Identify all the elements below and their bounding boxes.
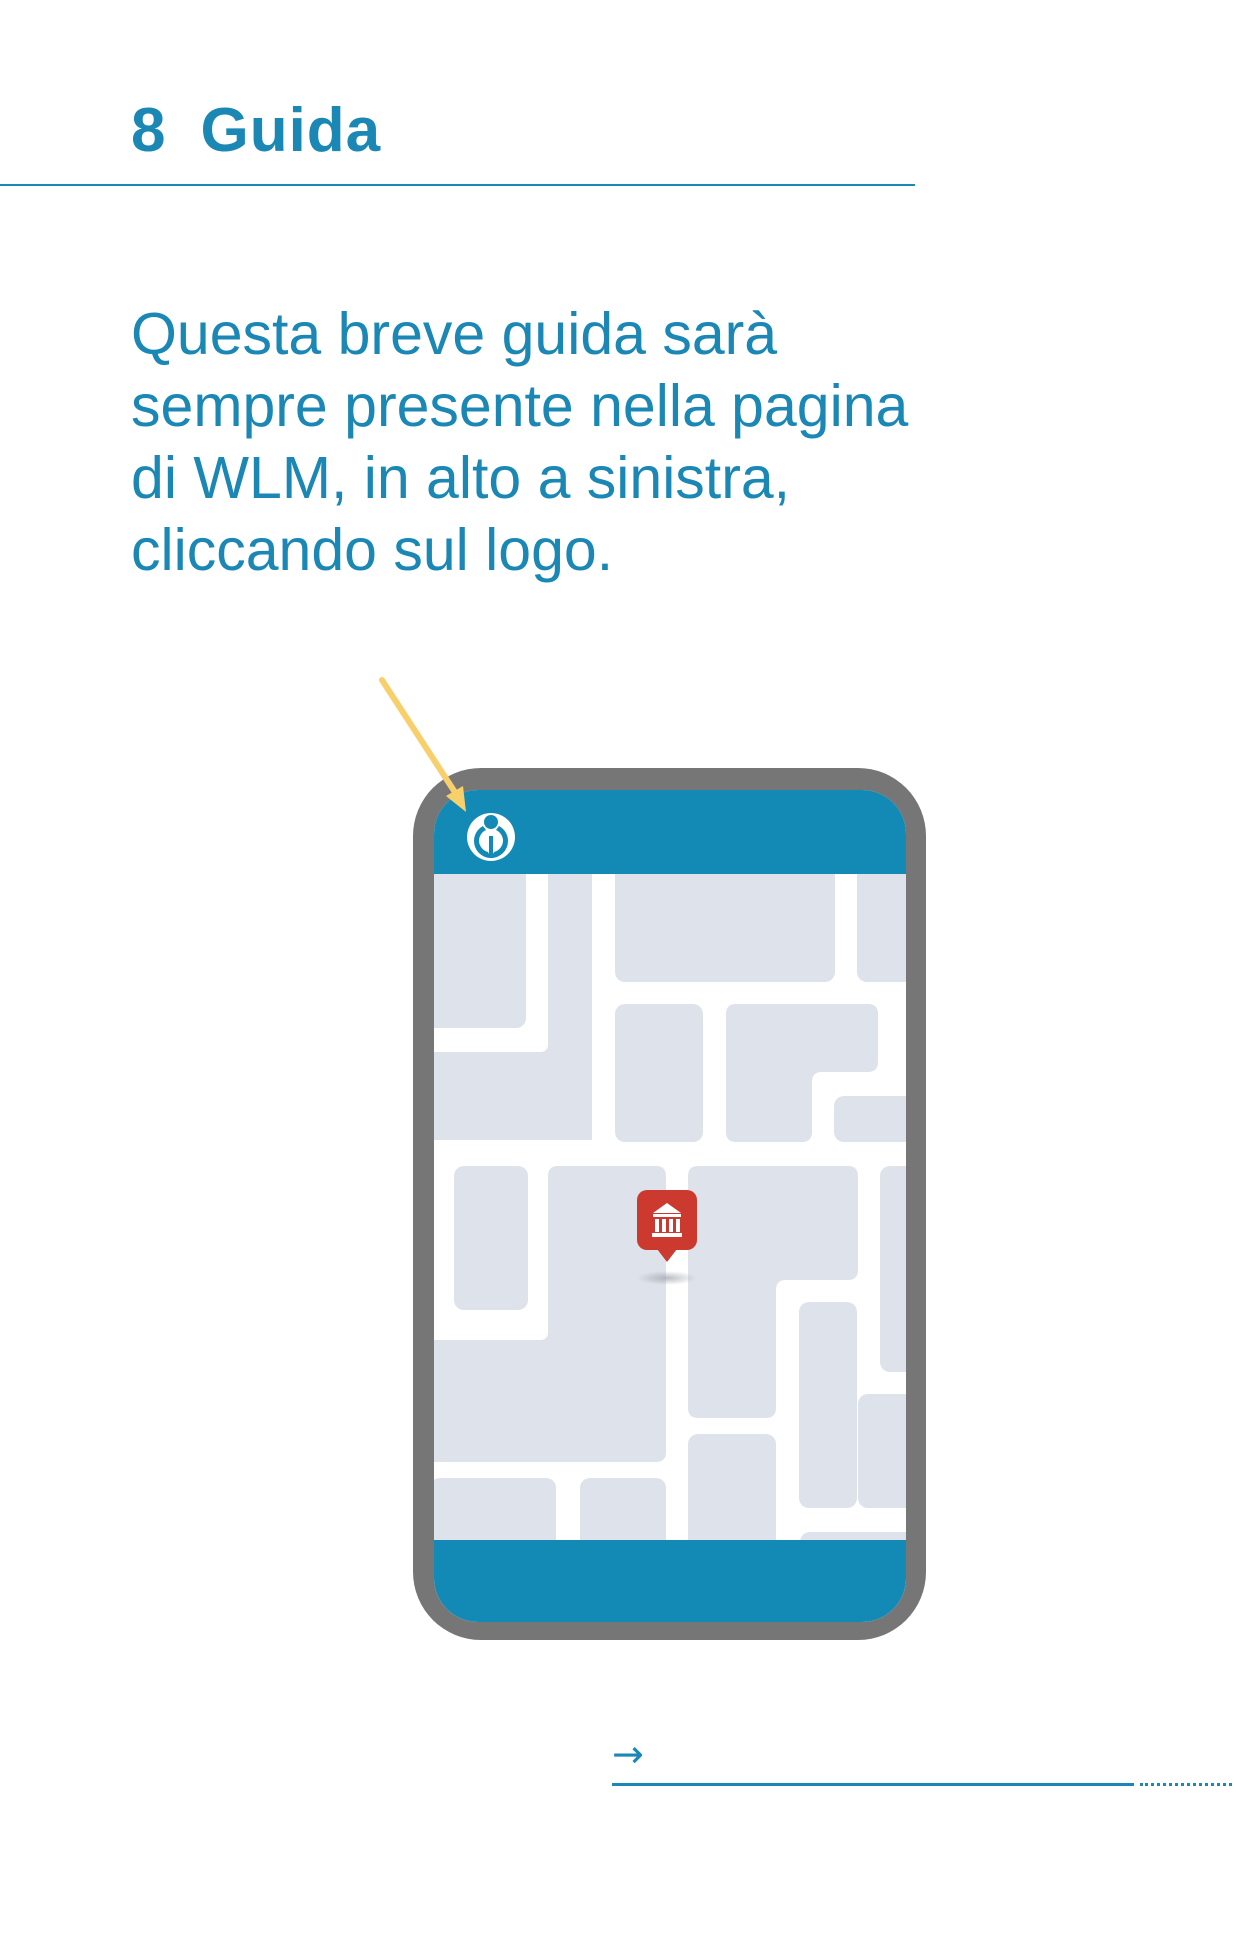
wikimedia-logo-icon <box>467 813 515 861</box>
phone-map-illustration <box>379 677 926 1640</box>
footer-rule <box>612 1783 1134 1786</box>
app-bottom-bar <box>434 1540 906 1622</box>
next-page-arrow: → <box>612 1732 644 1776</box>
pointer-arrow-icon <box>379 677 466 812</box>
footer-dotted-rule <box>1140 1783 1232 1786</box>
